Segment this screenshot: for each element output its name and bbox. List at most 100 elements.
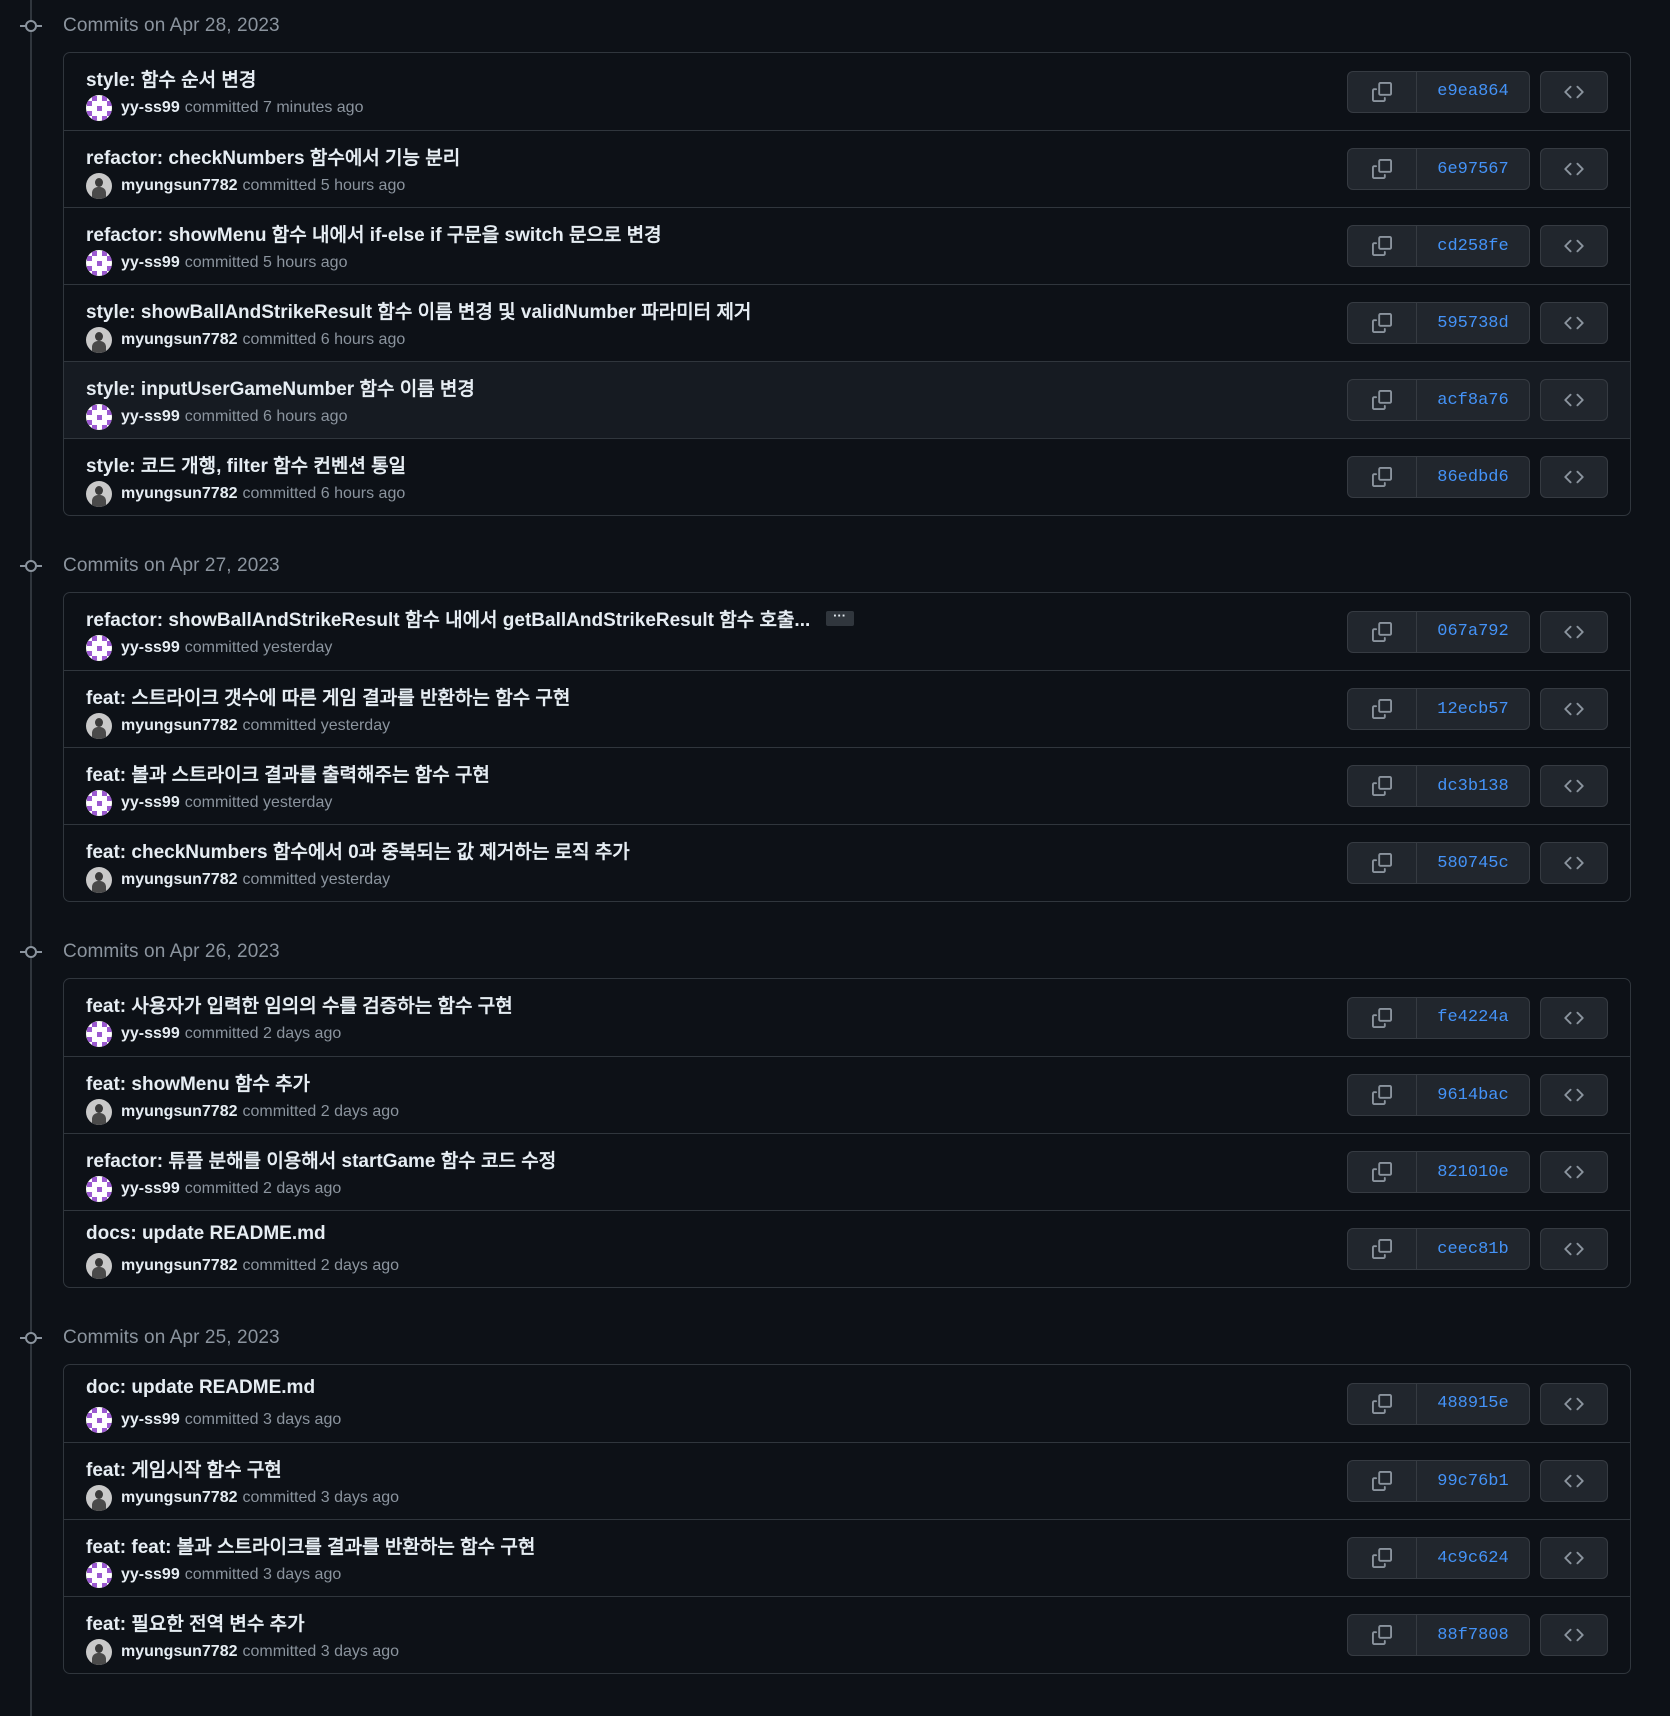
commit-message-text[interactable]: feat: checkNumbers 함수에서 0과 중복되는 값 제거하는 로…	[86, 842, 630, 863]
commit-author[interactable]: myungsun7782	[121, 1257, 237, 1275]
browse-repository-button[interactable]	[1540, 225, 1608, 267]
commit-message[interactable]: refactor: showBallAndStrikeResult 함수 내에서…	[86, 605, 854, 632]
commit-message-text[interactable]: feat: feat: 볼과 스트라이크를 결과를 반환하는 함수 구현	[86, 1537, 535, 1558]
commit-author[interactable]: myungsun7782	[121, 1489, 237, 1507]
browse-repository-button[interactable]	[1540, 302, 1608, 344]
commit-sha-link[interactable]: ceec81b	[1417, 1229, 1529, 1269]
avatar[interactable]	[86, 327, 112, 353]
commit-sha-link[interactable]: acf8a76	[1417, 380, 1529, 420]
copy-sha-button[interactable]	[1348, 226, 1417, 266]
commit-author[interactable]: myungsun7782	[121, 177, 237, 195]
avatar[interactable]	[86, 713, 112, 739]
commit-message-text[interactable]: feat: 게임시작 함수 구현	[86, 1460, 282, 1481]
commit-message-text[interactable]: feat: showMenu 함수 추가	[86, 1074, 310, 1095]
avatar[interactable]	[86, 1176, 112, 1202]
avatar[interactable]	[86, 95, 112, 121]
commit-author[interactable]: yy-ss99	[121, 794, 180, 812]
copy-sha-button[interactable]	[1348, 1538, 1417, 1578]
browse-repository-button[interactable]	[1540, 765, 1608, 807]
commit-author[interactable]: yy-ss99	[121, 639, 180, 657]
commit-message-text[interactable]: style: 코드 개행, filter 함수 컨벤션 통일	[86, 456, 406, 477]
browse-repository-button[interactable]	[1540, 996, 1608, 1039]
commit-message[interactable]: feat: 사용자가 입력한 임의의 수를 검증하는 함수 구현	[86, 991, 513, 1018]
copy-sha-button[interactable]	[1348, 457, 1417, 497]
commit-sha-link[interactable]: 12ecb57	[1417, 689, 1529, 729]
commit-author[interactable]: yy-ss99	[121, 1025, 180, 1043]
commit-message-text[interactable]: doc: update README.md	[86, 1377, 315, 1398]
copy-sha-button[interactable]	[1348, 689, 1417, 729]
browse-repository-button[interactable]	[1540, 70, 1608, 113]
commit-sha-link[interactable]: 4c9c624	[1417, 1538, 1529, 1578]
commit-message[interactable]: doc: update README.md	[86, 1377, 315, 1399]
avatar[interactable]	[86, 1639, 112, 1665]
avatar[interactable]	[86, 1485, 112, 1511]
commit-message[interactable]: style: showBallAndStrikeResult 함수 이름 변경 …	[86, 297, 751, 324]
commit-author[interactable]: yy-ss99	[121, 99, 180, 117]
commit-message-text[interactable]: refactor: showMenu 함수 내에서 if-else if 구문을…	[86, 225, 662, 246]
commit-author[interactable]: yy-ss99	[121, 1411, 180, 1429]
avatar[interactable]	[86, 250, 112, 276]
commit-sha-link[interactable]: 88f7808	[1417, 1615, 1529, 1655]
copy-sha-button[interactable]	[1348, 997, 1417, 1038]
copy-sha-button[interactable]	[1348, 1615, 1417, 1655]
expand-message-button[interactable]: ···	[825, 609, 854, 627]
copy-sha-button[interactable]	[1348, 1461, 1417, 1501]
avatar[interactable]	[86, 1021, 112, 1047]
commit-message-text[interactable]: refactor: showBallAndStrikeResult 함수 내에서…	[86, 610, 810, 631]
commit-message[interactable]: feat: 필요한 전역 변수 추가	[86, 1609, 305, 1636]
copy-sha-button[interactable]	[1348, 380, 1417, 420]
commit-message-text[interactable]: style: showBallAndStrikeResult 함수 이름 변경 …	[86, 302, 751, 323]
commit-sha-link[interactable]: 067a792	[1417, 612, 1529, 652]
commit-message-text[interactable]: feat: 필요한 전역 변수 추가	[86, 1614, 305, 1635]
commit-message-text[interactable]: refactor: 튜플 분해를 이용해서 startGame 함수 코드 수정	[86, 1151, 556, 1172]
browse-repository-button[interactable]	[1540, 379, 1608, 421]
copy-sha-button[interactable]	[1348, 611, 1417, 652]
avatar[interactable]	[86, 790, 112, 816]
avatar[interactable]	[86, 1562, 112, 1588]
browse-repository-button[interactable]	[1540, 456, 1608, 498]
commit-message-text[interactable]: refactor: checkNumbers 함수에서 기능 분리	[86, 148, 460, 169]
commit-message[interactable]: feat: 스트라이크 갯수에 따른 게임 결과를 반환하는 함수 구현	[86, 683, 570, 710]
commit-author[interactable]: yy-ss99	[121, 1180, 180, 1198]
commit-message[interactable]: feat: feat: 볼과 스트라이크를 결과를 반환하는 함수 구현	[86, 1532, 535, 1559]
browse-repository-button[interactable]	[1540, 842, 1608, 884]
commit-sha-link[interactable]: 488915e	[1417, 1384, 1529, 1424]
commit-sha-link[interactable]: 99c76b1	[1417, 1461, 1529, 1501]
avatar[interactable]	[86, 635, 112, 661]
commit-author[interactable]: myungsun7782	[121, 717, 237, 735]
avatar[interactable]	[86, 404, 112, 430]
commit-author[interactable]: myungsun7782	[121, 1103, 237, 1121]
commit-sha-link[interactable]: 86edbd6	[1417, 457, 1529, 497]
avatar[interactable]	[86, 173, 112, 199]
browse-repository-button[interactable]	[1540, 1382, 1608, 1425]
browse-repository-button[interactable]	[1540, 1537, 1608, 1579]
commit-sha-link[interactable]: 6e97567	[1417, 149, 1529, 189]
commit-message[interactable]: docs: update README.md	[86, 1223, 326, 1245]
avatar[interactable]	[86, 1253, 112, 1279]
commit-message-text[interactable]: style: inputUserGameNumber 함수 이름 변경	[86, 379, 475, 400]
copy-sha-button[interactable]	[1348, 149, 1417, 189]
commit-message-text[interactable]: feat: 사용자가 입력한 임의의 수를 검증하는 함수 구현	[86, 996, 513, 1017]
avatar[interactable]	[86, 481, 112, 507]
commit-author[interactable]: myungsun7782	[121, 871, 237, 889]
copy-sha-button[interactable]	[1348, 1075, 1417, 1115]
commit-author[interactable]: myungsun7782	[121, 485, 237, 503]
commit-message[interactable]: refactor: checkNumbers 함수에서 기능 분리	[86, 143, 460, 170]
browse-repository-button[interactable]	[1540, 148, 1608, 190]
commit-message[interactable]: feat: checkNumbers 함수에서 0과 중복되는 값 제거하는 로…	[86, 837, 630, 864]
copy-sha-button[interactable]	[1348, 843, 1417, 883]
browse-repository-button[interactable]	[1540, 1151, 1608, 1193]
commit-sha-link[interactable]: fe4224a	[1417, 998, 1529, 1038]
copy-sha-button[interactable]	[1348, 766, 1417, 806]
copy-sha-button[interactable]	[1348, 1229, 1417, 1269]
commit-message[interactable]: refactor: 튜플 분해를 이용해서 startGame 함수 코드 수정	[86, 1146, 556, 1173]
copy-sha-button[interactable]	[1348, 1152, 1417, 1192]
copy-sha-button[interactable]	[1348, 1383, 1417, 1424]
browse-repository-button[interactable]	[1540, 688, 1608, 730]
commit-author[interactable]: myungsun7782	[121, 1643, 237, 1661]
copy-sha-button[interactable]	[1348, 303, 1417, 343]
commit-sha-link[interactable]: dc3b138	[1417, 766, 1529, 806]
commit-message-text[interactable]: docs: update README.md	[86, 1223, 326, 1244]
commit-sha-link[interactable]: 9614bac	[1417, 1075, 1529, 1115]
commit-sha-link[interactable]: 595738d	[1417, 303, 1529, 343]
